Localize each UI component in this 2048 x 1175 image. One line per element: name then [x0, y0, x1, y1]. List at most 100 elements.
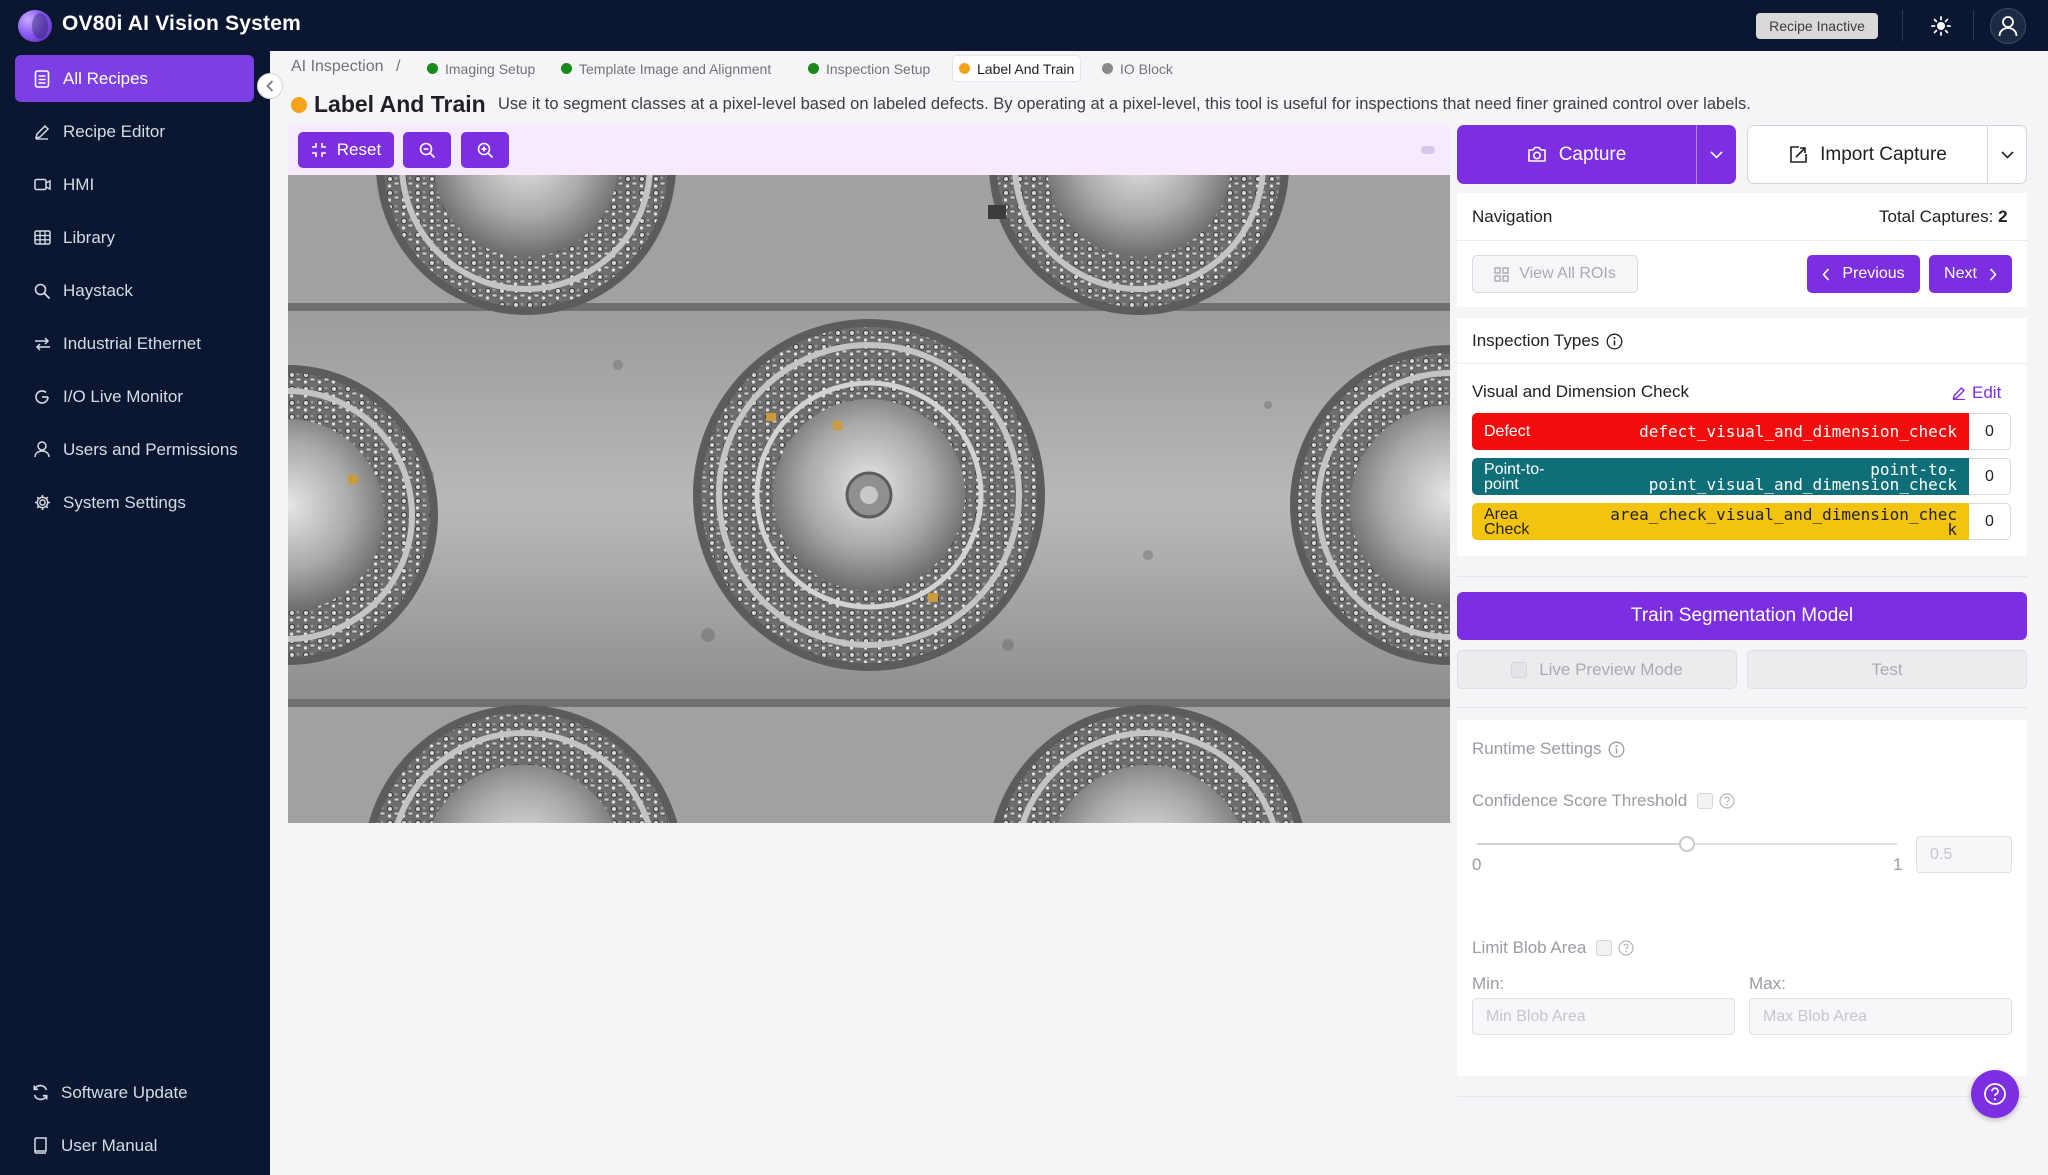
chevron-down-icon: [1710, 150, 1723, 159]
help-icon[interactable]: [1618, 940, 1634, 956]
capture-button[interactable]: Capture: [1457, 125, 1697, 184]
train-segmentation-model-button[interactable]: Train Segmentation Model: [1457, 592, 2027, 640]
sidebar-item-label: User Manual: [61, 1135, 158, 1155]
class-row-point-to-point[interactable]: Point-to- point point-to- point_visual_a…: [1472, 458, 2011, 495]
toolbar-indicator: [1421, 146, 1435, 154]
info-icon[interactable]: [1608, 741, 1625, 758]
class-row-defect[interactable]: Defect defect_visual_and_dimension_check…: [1472, 413, 2011, 450]
class-count: 0: [1969, 413, 2011, 450]
sidebar-item-label: Library: [63, 227, 115, 247]
sidebar-item-label: System Settings: [63, 492, 186, 512]
inspection-types-header: Inspection Types: [1472, 331, 1623, 351]
breadcrumb-root[interactable]: AI Inspection: [291, 58, 384, 75]
user-icon: [33, 441, 51, 459]
chevron-left-icon: [1822, 267, 1830, 281]
sidebar-item-hmi[interactable]: HMI: [15, 161, 254, 208]
confidence-slider[interactable]: [1477, 836, 1897, 852]
edit-label: Edit: [1972, 383, 2002, 402]
image-viewer-canvas[interactable]: [288, 175, 1450, 823]
top-bar: OV80i AI Vision System Recipe Inactive: [0, 0, 2048, 51]
import-icon: [1790, 145, 1807, 163]
chevron-down-icon: [2000, 150, 2014, 159]
live-preview-mode-toggle[interactable]: Live Preview Mode: [1457, 650, 1737, 689]
sidebar: All Recipes Recipe Editor HMI Library Ha…: [0, 51, 270, 1175]
class-id: defect_visual_and_dimension_check: [1639, 422, 1957, 441]
import-dropdown-button[interactable]: [1988, 150, 2026, 159]
import-capture-button[interactable]: Import Capture: [1748, 126, 1988, 183]
class-tag: Area Check area_check_visual_and_dimensi…: [1472, 503, 1969, 540]
slider-min-label: 0: [1472, 855, 1482, 874]
sidebar-collapse-button[interactable]: [257, 73, 283, 99]
view-all-rois-button[interactable]: View All ROIs: [1472, 255, 1638, 293]
min-label: Min:: [1472, 974, 1505, 993]
zoom-out-button[interactable]: [403, 132, 451, 168]
reset-button[interactable]: Reset: [298, 132, 394, 168]
status-dot: [561, 63, 572, 74]
step-io-block[interactable]: IO Block: [1096, 56, 1179, 81]
user-icon: [1998, 16, 2018, 37]
status-dot: [959, 63, 970, 74]
step-label: Label And Train: [977, 60, 1075, 77]
sidebar-item-system-settings[interactable]: System Settings: [15, 479, 254, 526]
collapse-icon: [311, 143, 326, 157]
inspection-types-title: Inspection Types: [1472, 331, 1600, 350]
confidence-threshold-checkbox[interactable]: [1697, 793, 1714, 809]
runtime-settings-title: Runtime Settings: [1472, 739, 1602, 758]
sidebar-item-users-and-permissions[interactable]: Users and Permissions: [15, 426, 254, 473]
test-button[interactable]: Test: [1747, 650, 2027, 689]
step-inspection-setup[interactable]: Inspection Setup: [802, 56, 936, 81]
live-preview-checkbox[interactable]: [1511, 661, 1528, 678]
step-label-and-train[interactable]: Label And Train: [953, 56, 1081, 81]
theme-toggle-button[interactable]: [1924, 9, 1957, 42]
grid-icon: [1494, 266, 1509, 282]
sidebar-item-io-live-monitor[interactable]: I/O Live Monitor: [15, 373, 254, 420]
capture-dropdown-button[interactable]: [1697, 150, 1736, 159]
class-id: area_check_visual_and_dimension_chec k: [1610, 504, 1957, 539]
chevron-left-icon: [266, 80, 274, 92]
app-logo: [18, 10, 52, 42]
divider: [1457, 707, 2027, 708]
sidebar-item-library[interactable]: Library: [15, 214, 254, 261]
step-template-image-and-alignment[interactable]: Template Image and Alignment: [555, 56, 777, 81]
refresh-icon: [31, 1084, 49, 1102]
next-label: Next: [1944, 265, 1977, 282]
sidebar-item-recipe-editor[interactable]: Recipe Editor: [15, 108, 254, 155]
zoom-in-button[interactable]: [461, 132, 509, 168]
limit-blob-area-checkbox[interactable]: [1596, 940, 1613, 956]
zoom-out-icon: [419, 142, 435, 158]
step-imaging-setup[interactable]: Imaging Setup: [421, 56, 541, 81]
info-icon[interactable]: [1606, 333, 1623, 350]
sidebar-item-industrial-ethernet[interactable]: Industrial Ethernet: [15, 320, 254, 367]
class-name: Point-to- point: [1484, 460, 1545, 493]
previous-button[interactable]: Previous: [1807, 255, 1920, 293]
min-blob-area-input[interactable]: Min Blob Area: [1472, 998, 1735, 1035]
camera-icon: [1527, 146, 1546, 162]
user-avatar-button[interactable]: [1990, 8, 2026, 44]
sidebar-item-label: I/O Live Monitor: [63, 386, 183, 406]
slider-thumb[interactable]: [1679, 836, 1695, 852]
page-status-dot: [291, 97, 307, 113]
class-row-area-check[interactable]: Area Check area_check_visual_and_dimensi…: [1472, 503, 2011, 540]
confidence-value-input[interactable]: 0.5: [1916, 836, 2012, 873]
gear-icon: [33, 494, 51, 512]
max-label: Max:: [1749, 974, 1786, 993]
recipe-status-badge: Recipe Inactive: [1756, 13, 1878, 39]
sidebar-item-haystack[interactable]: Haystack: [15, 267, 254, 314]
step-label: IO Block: [1120, 60, 1173, 77]
help-button[interactable]: [1971, 1070, 2019, 1118]
help-icon[interactable]: [1719, 793, 1735, 809]
sidebar-item-software-update[interactable]: Software Update: [13, 1069, 252, 1116]
pencil-icon: [33, 123, 51, 141]
max-blob-area-input[interactable]: Max Blob Area: [1749, 998, 2012, 1035]
total-captures: Total Captures: 2: [1879, 207, 2008, 227]
gauge-icon: [33, 388, 51, 406]
next-button[interactable]: Next: [1929, 255, 2012, 293]
confidence-threshold-label: Confidence Score Threshold: [1472, 791, 1688, 810]
sidebar-item-user-manual[interactable]: User Manual: [13, 1122, 252, 1169]
navigation-title: Navigation: [1472, 207, 1553, 226]
sidebar-item-label: All Recipes: [63, 68, 149, 88]
sidebar-item-all-recipes[interactable]: All Recipes: [15, 55, 254, 102]
book-icon: [31, 1137, 49, 1155]
edit-button[interactable]: Edit: [1952, 383, 2001, 403]
chevron-right-icon: [1989, 267, 1997, 281]
